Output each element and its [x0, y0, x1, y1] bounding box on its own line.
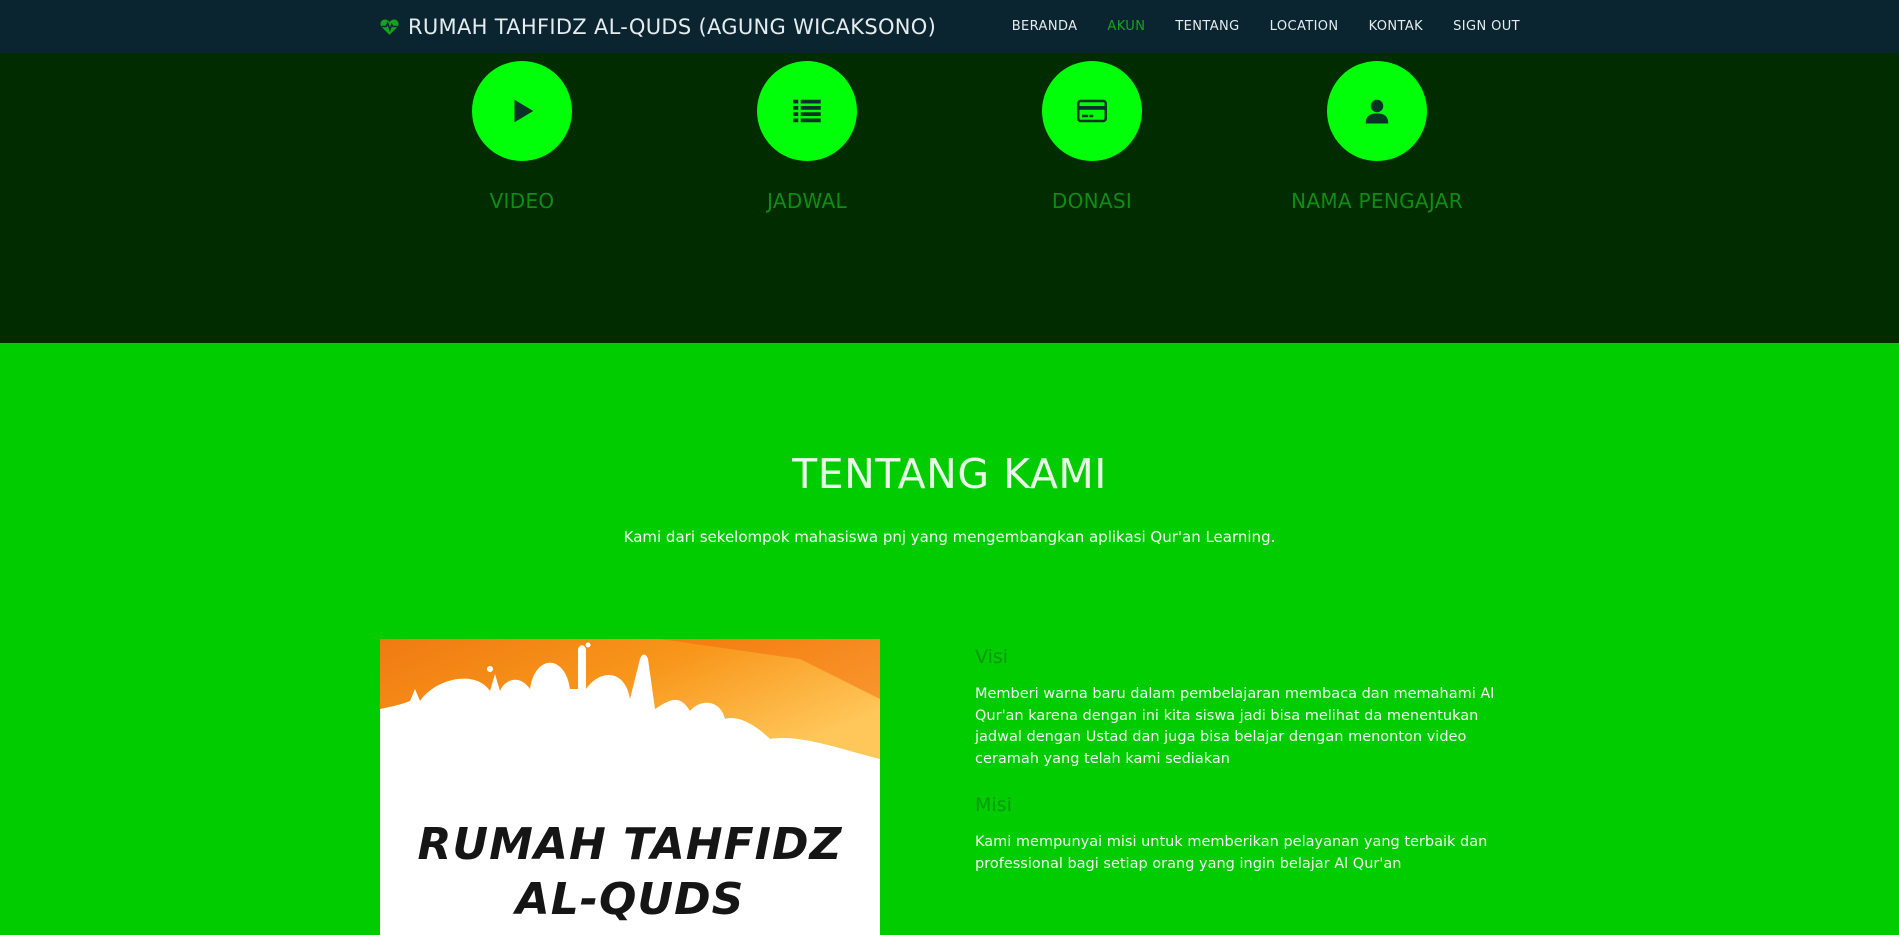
feature-label-donasi[interactable]: DONASI — [942, 189, 1242, 213]
navbar: RUMAH TAHFIDZ AL-QUDS (AGUNG WICAKSONO) … — [0, 0, 1899, 53]
jadwal-button[interactable] — [757, 61, 857, 161]
nav-beranda[interactable]: BERANDA — [1012, 19, 1078, 34]
features-section: VIDEO JADWAL DONASI NAMA PENGAJAR — [0, 53, 1899, 343]
about-title: TENTANG KAMI — [792, 450, 1107, 498]
list-icon — [793, 99, 821, 123]
nav-menu: BERANDA AKUN TENTANG LOCATION KONTAK SIG… — [982, 0, 1520, 53]
credit-card-icon — [1077, 99, 1107, 123]
feature-video: VIDEO — [372, 61, 672, 213]
rumah-tahfidz-poster: RUMAH TAHFIDZ AL-QUDS — [380, 639, 880, 935]
about-subtitle: Kami dari sekelompok mahasiswa pnj yang … — [623, 528, 1276, 546]
feature-label-nama-pengajar[interactable]: NAMA PENGAJAR — [1227, 189, 1527, 213]
brand-title: RUMAH TAHFIDZ AL-QUDS (AGUNG WICAKSONO) — [408, 14, 937, 39]
feature-donasi: DONASI — [942, 61, 1242, 213]
heartbeat-icon — [380, 19, 399, 35]
nama-pengajar-button[interactable] — [1327, 61, 1427, 161]
user-icon — [1365, 99, 1389, 124]
mosque-silhouette-image — [380, 639, 880, 779]
feature-label-jadwal[interactable]: JADWAL — [657, 189, 957, 213]
poster-title-line2: AL-QUDS — [515, 874, 745, 925]
video-button[interactable] — [472, 61, 572, 161]
visi-misi-column: Visi Memberi warna baru dalam pembelajar… — [975, 646, 1510, 899]
misi-heading: Misi — [975, 794, 1012, 816]
visi-heading: Visi — [975, 646, 1009, 668]
nav-kontak[interactable]: KONTAK — [1369, 19, 1424, 34]
feature-nama-pengajar: NAMA PENGAJAR — [1227, 61, 1527, 213]
donasi-button[interactable] — [1042, 61, 1142, 161]
feature-jadwal: JADWAL — [657, 61, 957, 213]
nav-akun[interactable]: AKUN — [1107, 19, 1145, 34]
poster-title-line1: RUMAH TAHFIDZ — [417, 819, 843, 870]
nav-location[interactable]: LOCATION — [1270, 19, 1339, 34]
misi-text: Kami mempunyai misi untuk memberikan pel… — [975, 834, 1488, 872]
feature-label-video[interactable]: VIDEO — [372, 189, 672, 213]
nav-sign-out[interactable]: SIGN OUT — [1453, 19, 1520, 34]
play-icon — [514, 99, 534, 123]
brand-link[interactable]: RUMAH TAHFIDZ AL-QUDS (AGUNG WICAKSONO) — [379, 13, 936, 40]
visi-text: Memberi warna baru dalam pembelajaran me… — [975, 686, 1495, 767]
nav-tentang[interactable]: TENTANG — [1175, 19, 1239, 34]
